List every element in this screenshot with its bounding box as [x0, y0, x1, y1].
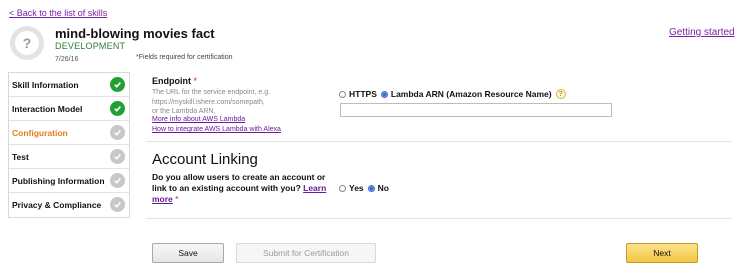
nav-item-label: Privacy & Compliance [12, 200, 102, 210]
getting-started-link[interactable]: Getting started [669, 27, 735, 38]
nav-item-interaction-model[interactable]: Interaction Model [9, 97, 129, 121]
endpoint-type-radio-group: HTTPS Lambda ARN (Amazon Resource Name) … [339, 89, 566, 99]
yes-radio-label[interactable]: Yes [349, 183, 364, 193]
skill-nav: Skill Information Interaction Model Conf… [8, 72, 130, 218]
required-star: * [193, 76, 198, 86]
skill-status: DEVELOPMENT [55, 41, 126, 51]
account-linking-question-text: Do you allow users to create an account … [152, 172, 326, 193]
check-icon [110, 197, 125, 212]
account-linking-radio-group: Yes No [339, 183, 389, 193]
lambda-arn-radio[interactable] [380, 90, 388, 98]
integrate-lambda-link[interactable]: How to integrate AWS Lambda with Alexa [152, 126, 281, 133]
endpoint-label-text: Endpoint [152, 76, 191, 86]
nav-item-label: Test [12, 151, 29, 162]
back-to-skills-link[interactable]: < Back to the list of skills [9, 8, 107, 18]
https-radio-label[interactable]: HTTPS [349, 89, 377, 99]
help-icon[interactable]: ? [555, 89, 566, 99]
question-mark-icon: ? [15, 31, 39, 55]
skill-icon: ? [10, 26, 44, 60]
no-radio[interactable] [367, 184, 375, 192]
nav-item-label: Interaction Model [12, 103, 83, 114]
endpoint-description-line: https://myskill.ishere.com/somepath, [152, 98, 265, 106]
section-divider [146, 218, 732, 219]
nav-item-label: Configuration [12, 127, 68, 138]
check-icon [110, 173, 125, 188]
next-button[interactable]: Next [626, 243, 698, 263]
nav-item-test[interactable]: Test [9, 145, 129, 169]
nav-item-label: Skill Information [12, 79, 79, 90]
check-icon [110, 125, 125, 140]
lambda-arn-radio-label[interactable]: Lambda ARN (Amazon Resource Name) [391, 89, 552, 99]
lambda-arn-input[interactable] [340, 103, 612, 117]
account-linking-question: Do you allow users to create an account … [152, 172, 332, 205]
skill-date: 7/26/16 [55, 56, 79, 63]
required-star: * [175, 194, 179, 204]
save-button[interactable]: Save [152, 243, 224, 263]
endpoint-label: Endpoint * [152, 76, 197, 86]
check-icon [110, 101, 125, 116]
nav-item-privacy-compliance[interactable]: Privacy & Compliance [9, 193, 129, 217]
submit-for-certification-button[interactable]: Submit for Certification [236, 243, 376, 263]
nav-item-publishing-information[interactable]: Publishing Information [9, 169, 129, 193]
nav-item-configuration[interactable]: Configuration [9, 121, 129, 145]
required-fields-note: *Fields required for certification [136, 54, 233, 61]
check-icon [110, 149, 125, 164]
check-icon [110, 77, 125, 92]
https-radio[interactable] [339, 90, 346, 98]
nav-item-skill-information[interactable]: Skill Information [9, 73, 129, 97]
endpoint-description: The URL for the service endpoint, e.g. h… [152, 88, 312, 117]
yes-radio[interactable] [339, 184, 346, 192]
nav-item-label: Publishing Information [12, 175, 105, 186]
required-fields-text: Fields required for certification [138, 54, 233, 61]
account-linking-title: Account Linking [152, 151, 258, 168]
endpoint-description-line: The URL for the service endpoint, e.g. [152, 89, 271, 96]
skill-name: mind-blowing movies fact [55, 26, 215, 41]
section-divider [146, 141, 732, 142]
no-radio-label[interactable]: No [378, 183, 389, 193]
aws-lambda-info-link[interactable]: More info about AWS Lambda [152, 116, 245, 123]
